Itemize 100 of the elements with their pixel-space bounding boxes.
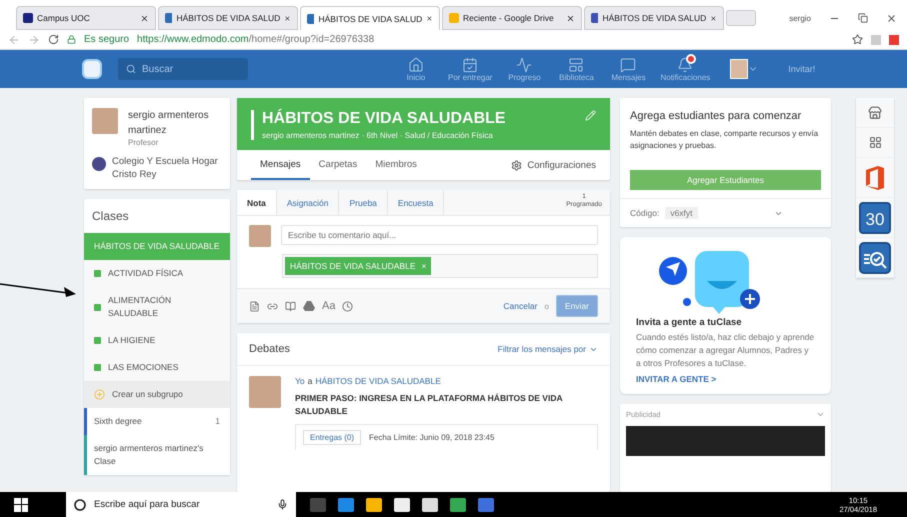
search-icon — [126, 64, 136, 74]
composer-tab[interactable]: Nota — [237, 190, 277, 215]
class-item[interactable]: ACTIVIDAD FÍSICA — [84, 260, 230, 287]
bell-icon[interactable] — [677, 56, 694, 72]
office-logo-icon[interactable] — [864, 164, 886, 190]
site-icon — [165, 13, 172, 23]
browser-tab[interactable]: HÁBITOS DE VIDA SALUD — [300, 6, 440, 30]
close-icon[interactable] — [426, 14, 433, 23]
browser-tab[interactable]: HÁBITOS DE VIDA SALUD — [584, 6, 724, 30]
nav-item[interactable]: Progreso — [498, 56, 550, 82]
avatar-placeholder — [249, 225, 271, 247]
invite-link[interactable]: INVITAR A GENTE > — [636, 374, 815, 384]
composer-tab[interactable]: Prueba — [339, 190, 388, 215]
settings-icon[interactable] — [511, 160, 522, 170]
avatar-placeholder — [92, 108, 118, 134]
avatar-placeholder — [249, 376, 281, 408]
notification-badge — [686, 54, 696, 64]
group-subtitle: sergio armenteros martinez · 6th Nivel · Salud / Educación Física — [262, 131, 494, 140]
filter-dropdown[interactable]: Filtrar los mensajes por — [498, 344, 598, 354]
class-item[interactable]: Crear un subgrupo — [84, 381, 230, 408]
pdf-extension-icon[interactable] — [889, 34, 899, 44]
group-tab[interactable]: Mensajes — [251, 150, 310, 180]
cancel-link[interactable]: Cancelar — [503, 301, 538, 311]
address-field[interactable]: https://www.edmodo.com/home#/group?id=26976338 — [137, 34, 844, 45]
microphone-icon[interactable] — [277, 499, 288, 510]
class-item[interactable]: sergio armenteros martinez's Clase — [84, 435, 230, 475]
lock-icon — [67, 35, 76, 44]
secure-label: Es seguro — [84, 34, 130, 45]
profile-name[interactable]: sergio armenteros martinez — [128, 108, 222, 138]
site-icon — [23, 13, 33, 23]
browser-tab[interactable]: Campus UOC — [16, 6, 156, 30]
nav-item[interactable]: Biblioteca — [550, 56, 602, 82]
settings-link[interactable]: Configuraciones — [527, 160, 596, 170]
composer-tab[interactable]: Asignación — [276, 190, 340, 215]
browser-tab[interactable]: HÁBITOS DE VIDA SALUD — [158, 6, 298, 30]
bookmark-star-icon[interactable] — [852, 34, 863, 45]
nav-item[interactable]: Inicio — [390, 56, 442, 82]
class-code: v6xfyt — [665, 207, 698, 219]
class-item[interactable]: Sixth degree 1 — [84, 408, 230, 435]
group-tab[interactable]: Carpetas — [310, 150, 366, 180]
invite-link[interactable]: Invitar! — [788, 64, 816, 74]
calendar-icon[interactable]: 30 — [859, 202, 891, 234]
caret-icon[interactable] — [816, 410, 825, 419]
site-icon — [591, 13, 598, 23]
comment-field[interactable]: Escribe tu comentario aquí... — [281, 225, 598, 245]
attach-file-icon[interactable] — [249, 300, 260, 312]
post-text: PRIMER PASO: INGRESA EN LA PLATAFORMA HÁBITOS DE VIDA SALUDABLE — [295, 392, 564, 418]
close-icon[interactable] — [710, 14, 717, 22]
group-title: HÁBITOS DE VIDA SALUDABLE — [262, 110, 507, 128]
nav-item[interactable]: Notificaciones — [654, 56, 716, 82]
classes-heading: Clases — [91, 208, 130, 225]
calendar-check-icon[interactable] — [462, 56, 478, 72]
profile-name[interactable]: sergio — [789, 14, 811, 22]
close-icon[interactable] — [566, 14, 575, 22]
close-icon[interactable] — [140, 14, 149, 22]
checklist-search-icon[interactable] — [859, 242, 891, 274]
class-item[interactable]: LA HIGIENE — [84, 327, 230, 354]
nav-item[interactable]: Mensajes — [602, 56, 654, 82]
grid-icon[interactable] — [868, 136, 882, 149]
school-name[interactable]: Colegio Y Escuela Hogar Cristo Rey — [112, 155, 222, 181]
submissions-link[interactable]: Entregas (0) — [303, 430, 362, 445]
close-icon[interactable] — [886, 12, 897, 24]
close-icon[interactable] — [284, 14, 291, 22]
add-icon — [94, 389, 105, 400]
debates-heading: Debates — [249, 343, 290, 355]
book-icon[interactable] — [285, 300, 296, 312]
clock-icon[interactable] — [342, 300, 354, 312]
search-field[interactable]: Buscar — [118, 58, 248, 80]
pulse-icon[interactable] — [516, 56, 532, 72]
layout-icon[interactable] — [568, 56, 584, 72]
reload-icon[interactable] — [48, 34, 59, 45]
browser-tab[interactable]: Reciente - Google Drive — [442, 6, 582, 30]
class-count: 1 — [215, 415, 220, 428]
group-tab[interactable]: Miembros — [366, 150, 426, 180]
connector-text: a — [308, 376, 312, 386]
class-item[interactable]: LAS EMOCIONES — [84, 354, 230, 381]
group-link[interactable]: HÁBITOS DE VIDA SALUDABLE — [315, 376, 441, 386]
author-link[interactable]: Yo — [295, 376, 305, 386]
due-date: Fecha Límite: Junio 09, 2018 23:45 — [369, 433, 494, 442]
edmodo-logo[interactable] — [82, 59, 102, 79]
or-label: o — [544, 302, 549, 310]
taskbar-search-field[interactable]: Escribe aquí para buscar — [66, 492, 296, 517]
profile-role: Profesor — [128, 138, 160, 147]
class-item[interactable]: ALIMENTACIÓN SALUDABLE — [84, 287, 230, 327]
code-label: Código: — [630, 208, 660, 218]
restore-icon[interactable] — [858, 13, 868, 23]
card-text: Mantén debates en clase, comparte recursos y envía asignaciones y pruebas. — [630, 128, 820, 152]
cortana-circle-icon[interactable] — [74, 498, 86, 510]
user-avatar[interactable] — [730, 59, 748, 79]
composer-tab[interactable]: Encuesta — [388, 190, 444, 215]
home-icon[interactable] — [408, 56, 424, 72]
invite-text: Cuando estés listo/a, haz clic debajo y aprende cómo comenzar a agregar Alumnos, Padres y a otros Profesores a tuClase. — [636, 331, 815, 370]
card-title: Agrega estudiantes para comenzar — [630, 110, 802, 122]
text-format-tool[interactable]: Aa — [322, 300, 336, 312]
site-icon — [307, 14, 314, 24]
nav-item[interactable]: Por entregar — [442, 56, 498, 82]
site-icon — [449, 13, 459, 23]
invite-title: Invita a gente a tuClase — [636, 317, 743, 328]
speech-bubble-icon[interactable] — [620, 56, 636, 72]
windows-start-icon[interactable] — [14, 498, 28, 512]
